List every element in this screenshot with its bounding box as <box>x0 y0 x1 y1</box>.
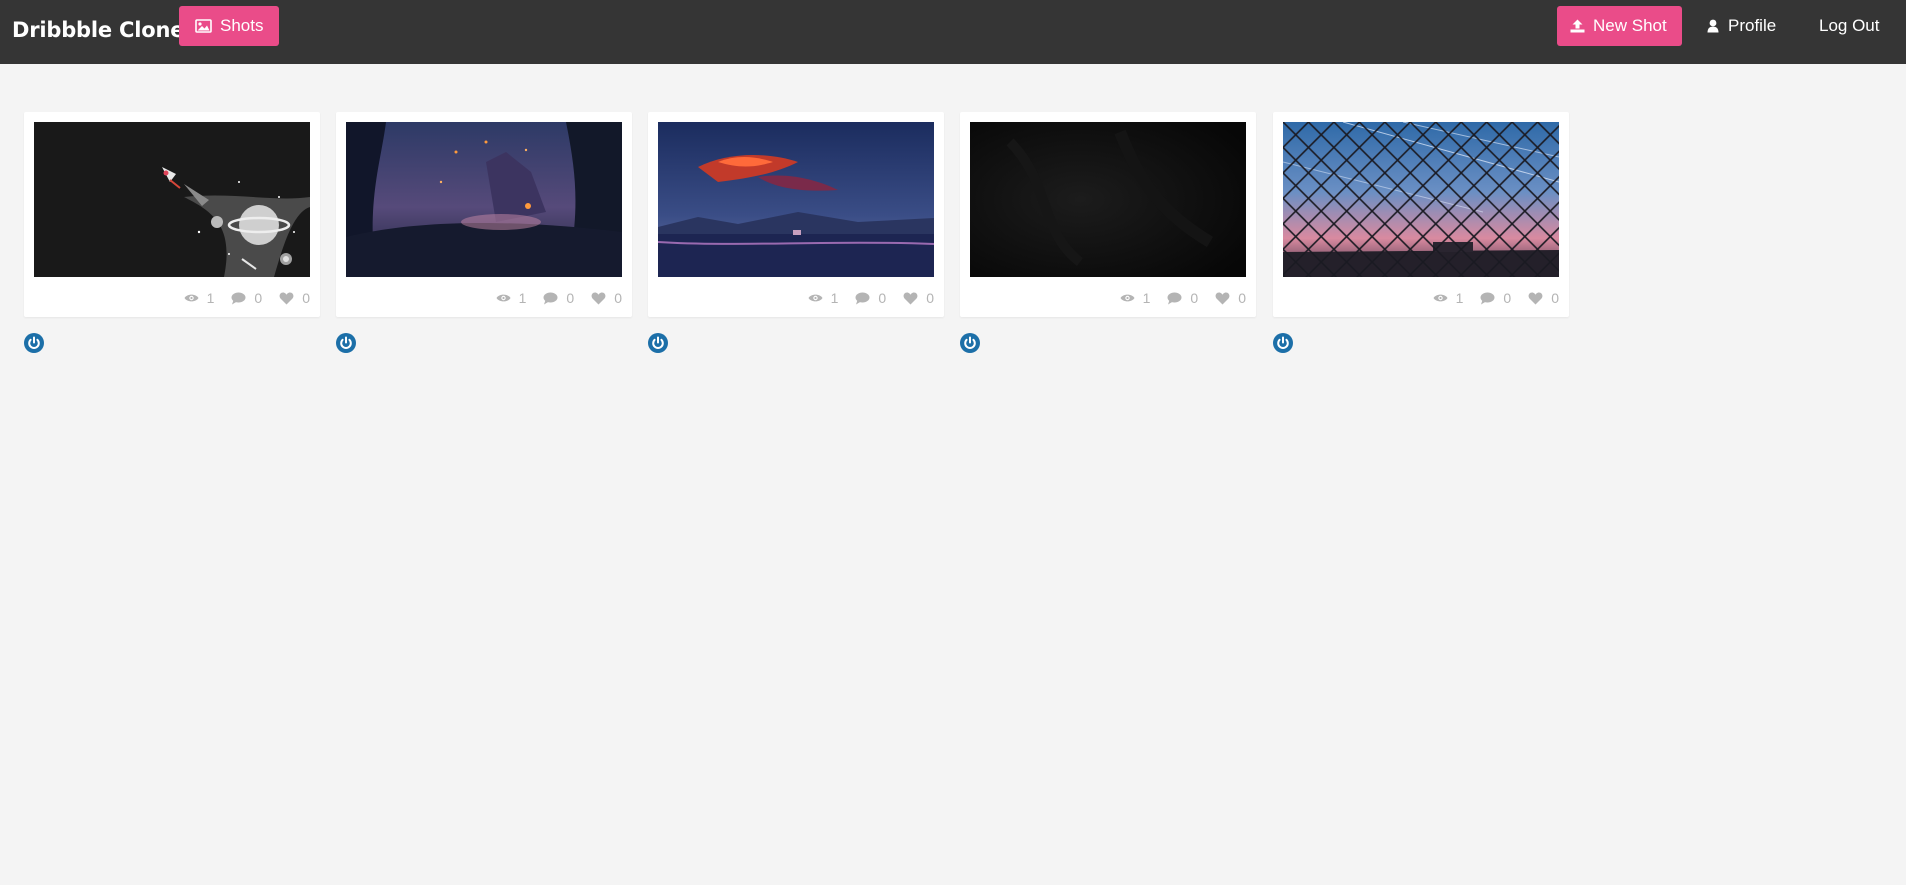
comment-icon <box>231 292 246 304</box>
views-count: 1 <box>1455 290 1464 306</box>
views-stat: 1 <box>1120 290 1151 306</box>
author-avatar[interactable] <box>1272 332 1294 354</box>
new-shot-button[interactable]: New Shot <box>1557 6 1682 46</box>
views-stat: 1 <box>808 290 839 306</box>
comments-stat[interactable]: 0 <box>1480 290 1511 306</box>
upload-icon <box>1570 19 1585 33</box>
views-count: 1 <box>830 290 839 306</box>
comments-count: 0 <box>1503 290 1512 306</box>
top-navbar: Dribbble Clone Shots New Shot Profile Lo… <box>0 0 1906 64</box>
power-icon <box>336 333 356 353</box>
profile-link[interactable]: Profile <box>1707 0 1776 52</box>
author-avatar[interactable] <box>335 332 357 354</box>
likes-count: 0 <box>1238 290 1246 306</box>
shot-thumbnail[interactable] <box>34 122 310 277</box>
comment-icon <box>855 292 870 304</box>
likes-stat[interactable]: 0 <box>1215 290 1246 306</box>
likes-count: 0 <box>926 290 934 306</box>
views-count: 1 <box>518 290 527 306</box>
views-stat: 1 <box>184 290 215 306</box>
brand-logo[interactable]: Dribbble Clone <box>12 0 184 64</box>
shot-thumbnail[interactable] <box>658 122 934 277</box>
eye-icon <box>808 294 823 302</box>
comments-count: 0 <box>1190 290 1199 306</box>
comments-stat[interactable]: 0 <box>231 290 262 306</box>
likes-count: 0 <box>1551 290 1559 306</box>
power-icon <box>1273 333 1293 353</box>
shot-thumbnail[interactable] <box>970 122 1246 277</box>
image-icon <box>195 19 212 33</box>
power-icon <box>960 333 980 353</box>
comments-stat[interactable]: 0 <box>1167 290 1198 306</box>
power-icon <box>648 333 668 353</box>
likes-stat[interactable]: 0 <box>591 290 622 306</box>
heart-icon <box>1528 292 1543 304</box>
likes-count: 0 <box>302 290 310 306</box>
eye-icon <box>496 294 511 302</box>
likes-stat[interactable]: 0 <box>1528 290 1559 306</box>
new-shot-button-label: New Shot <box>1593 16 1667 35</box>
author-avatar[interactable] <box>23 332 45 354</box>
comment-icon <box>1480 292 1495 304</box>
heart-icon <box>591 292 606 304</box>
heart-icon <box>903 292 918 304</box>
comments-stat[interactable]: 0 <box>543 290 574 306</box>
shot-card: 1 0 0 <box>1273 112 1569 317</box>
comments-count: 0 <box>878 290 887 306</box>
comment-icon <box>1167 292 1182 304</box>
shot-card: 1 0 0 <box>336 112 632 317</box>
comments-stat[interactable]: 0 <box>855 290 886 306</box>
likes-stat[interactable]: 0 <box>279 290 310 306</box>
shots-button[interactable]: Shots <box>179 6 280 46</box>
eye-icon <box>1120 294 1135 302</box>
author-avatar[interactable] <box>647 332 669 354</box>
author-avatar[interactable] <box>959 332 981 354</box>
shot-thumbnail[interactable] <box>346 122 622 277</box>
shot-stats: 1 0 0 <box>1416 288 1559 308</box>
comment-icon <box>543 292 558 304</box>
views-count: 1 <box>206 290 215 306</box>
power-icon <box>24 333 44 353</box>
shot-thumbnail[interactable] <box>1283 122 1559 277</box>
shot-card: 1 0 0 <box>960 112 1256 317</box>
eye-icon <box>1433 294 1448 302</box>
views-stat: 1 <box>1433 290 1464 306</box>
heart-icon <box>1215 292 1230 304</box>
profile-link-label: Profile <box>1728 16 1777 35</box>
comments-count: 0 <box>566 290 575 306</box>
comments-count: 0 <box>254 290 263 306</box>
likes-stat[interactable]: 0 <box>903 290 934 306</box>
shot-stats: 1 0 0 <box>1103 288 1246 308</box>
shots-button-label: Shots <box>220 16 264 35</box>
logout-link-label: Log Out <box>1819 16 1880 35</box>
shot-stats: 1 0 0 <box>167 288 310 308</box>
user-icon <box>1707 19 1719 33</box>
heart-icon <box>279 292 294 304</box>
shot-stats: 1 0 0 <box>479 288 622 308</box>
shot-card: 1 0 0 <box>648 112 944 317</box>
shot-stats: 1 0 0 <box>791 288 934 308</box>
views-stat: 1 <box>496 290 527 306</box>
logout-link[interactable]: Log Out <box>1819 0 1880 52</box>
shot-card: 1 0 0 <box>24 112 320 317</box>
views-count: 1 <box>1142 290 1151 306</box>
likes-count: 0 <box>614 290 622 306</box>
eye-icon <box>184 294 199 302</box>
